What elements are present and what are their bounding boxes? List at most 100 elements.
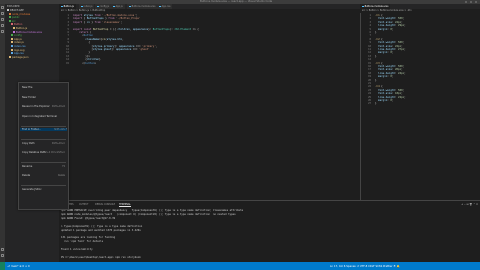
tree-item-label: index.css <box>14 45 26 48</box>
status-right[interactable]: Ln 17, Col 6 Spaces: 2 UTF-8 CRLF SCSS P… <box>330 265 400 268</box>
menu-item[interactable]: Generate JSDoc <box>22 188 65 191</box>
tree-item-label: REACT-APP <box>10 9 24 12</box>
file-icon <box>11 23 13 26</box>
tree-item-label: Button <box>14 23 23 27</box>
menu-item[interactable]: Copy Path Shift+Alt+C <box>22 142 65 145</box>
terminal-panel: PROBLEMSOUTPUTDEBUG CONSOLETERMINAL + ⌄ … <box>59 200 480 262</box>
explorer-icon[interactable] <box>1 6 4 9</box>
remote-indicator-icon[interactable] <box>0 262 5 270</box>
tree-item-label: index.js <box>14 41 24 45</box>
menu-item-label: Reveal in File Explorer <box>22 105 50 108</box>
tab-label: config.js <box>99 5 110 8</box>
menu-item-label: Rename <box>22 164 33 168</box>
menu-item-shortcut: Ctrl+K Ctrl+Shift+C <box>43 151 65 154</box>
account-icon[interactable] <box>1 248 4 251</box>
menu-item[interactable]: Delete Delete <box>22 174 65 177</box>
source-control-icon[interactable] <box>1 18 4 21</box>
file-icon <box>9 16 11 19</box>
status-left[interactable]: ⎇ main* ⊗ 0 ⚠ 0 <box>7 265 30 268</box>
extensions-icon[interactable] <box>1 30 4 33</box>
file-type-icon <box>159 5 161 8</box>
editor-left[interactable]: 1 import styles from './Button.module.scs… <box>59 13 360 200</box>
terminal-line: Found 1 vulnerability <box>61 248 93 251</box>
file-icon <box>11 52 13 55</box>
minimize-icon[interactable] <box>465 1 467 3</box>
file-icon <box>13 30 15 33</box>
file-type-icon <box>97 5 99 8</box>
menu-item-label: Generate JSDoc <box>22 187 42 191</box>
menu-item-shortcut: Delete <box>57 174 65 177</box>
panel-tab[interactable]: OUTPUT <box>79 203 88 206</box>
file-type-icon <box>61 5 63 8</box>
status-bar: ⎇ main* ⊗ 0 ⚠ 0 Ln 17, Col 6 Spaces: 2 U… <box>0 262 480 270</box>
code-line: 27} <box>361 102 480 105</box>
code-text: </button> <box>73 61 97 65</box>
file-icon <box>11 45 13 47</box>
terminal-line: 131 packages are looking for funding <box>61 236 116 240</box>
menu-item[interactable]: New Folder <box>22 96 65 99</box>
menu-item-shortcut: Shift+Alt+F <box>54 128 67 131</box>
menu-item-shortcut: Shift+Alt+R <box>51 105 65 108</box>
terminal-line: run `npm fund` for details <box>61 240 104 244</box>
file-type-icon <box>81 5 83 8</box>
window-title: Buttons.module.scss — react-app — Visual… <box>200 0 273 3</box>
menu-item[interactable]: New File <box>22 86 65 89</box>
file-type-icon <box>129 5 131 8</box>
file-type-icon <box>113 5 115 8</box>
file-icon <box>7 9 9 11</box>
tab-label: Button.js <box>63 5 74 8</box>
tree-item[interactable]: package.json <box>9 55 29 59</box>
tree-item-label: Button.js <box>16 27 28 30</box>
menu-separator <box>21 139 66 140</box>
tab-label: index.js <box>83 5 93 8</box>
menu-item[interactable]: Open in Integrated Terminal <box>22 115 65 118</box>
menu-item[interactable]: Rename F2 <box>22 165 65 168</box>
code-text: } <box>375 102 377 106</box>
terminal-line: npm WARN node_modules/@types/react (comp… <box>61 212 236 216</box>
line-number: 27 <box>368 102 371 106</box>
menu-separator <box>21 125 66 127</box>
search-icon[interactable] <box>1 12 4 15</box>
tree-item-label: config <box>14 34 22 38</box>
terminal-line: updated 1 package and audited 1370 packa… <box>61 228 141 232</box>
tab-label: Buttons.module.scss <box>131 5 156 8</box>
code-line: 15 </button> <box>59 62 360 65</box>
panel-tab[interactable]: TERMINAL <box>119 203 131 207</box>
file-icon <box>9 19 11 22</box>
menu-item[interactable]: Reveal in File Explorer Shift+Alt+R <box>22 105 65 108</box>
menu-item-label: Copy Path <box>22 141 35 145</box>
menu-item[interactable]: Copy Relative Path Ctrl+K Ctrl+Shift+C <box>22 151 65 154</box>
file-icon <box>11 34 13 37</box>
run-debug-icon[interactable] <box>1 24 4 27</box>
sidebar-header: EXPLORER <box>7 5 20 8</box>
menu-item-label: Find in Folder... <box>22 128 41 131</box>
close-icon[interactable] <box>475 1 477 3</box>
maximize-icon[interactable] <box>470 1 472 3</box>
editor-tab[interactable]: App.js <box>111 4 126 9</box>
file-icon <box>9 55 11 58</box>
editor-tab[interactable]: App.css <box>157 4 174 9</box>
tree-item-label: App.css <box>14 52 24 56</box>
menu-item-label: Copy Relative Path <box>22 151 46 154</box>
menu-separator <box>21 185 66 186</box>
terminal-line: > Types(ComponentU) (); Type is a type n… <box>61 224 143 228</box>
terminal-line: npm WARN Found: @types/react@17.0.39 <box>61 216 116 220</box>
editor-tabs: Button.js index.js config.js App.js Buttons.… <box>59 4 480 9</box>
tree-item-label: package.json <box>12 55 29 59</box>
file-icon <box>11 41 13 44</box>
file-icon <box>11 48 13 51</box>
tab-label: App.js <box>115 5 123 8</box>
menu-item-shortcut: F2 <box>62 164 65 168</box>
editor-tab[interactable]: Buttons.module.scss <box>127 4 159 9</box>
file-icon <box>13 27 15 29</box>
gear-icon[interactable] <box>1 254 4 257</box>
panel-toolbar-icons[interactable]: + ⌄ ⊟ 🗑 ⌃ ✕ <box>461 203 478 206</box>
tab-label: App.css <box>161 5 171 8</box>
terminal-line: PS C:\Users\user\Desktop\react-app> npm … <box>61 255 141 259</box>
panel-tab[interactable]: DEBUG CONSOLE <box>95 203 115 206</box>
menu-item[interactable]: Find in Folder... Shift+Alt+F <box>20 128 67 131</box>
menu-item-label: New Folder <box>22 95 36 99</box>
editor-right[interactable]: 1 .h1 {2 font-weight: 500; 3 font-size: 24… <box>360 13 480 200</box>
terminal-line: npm WARN ERESOLVE overriding peer depend… <box>61 209 244 212</box>
menu-item-shortcut: Shift+Alt+C <box>51 141 65 145</box>
